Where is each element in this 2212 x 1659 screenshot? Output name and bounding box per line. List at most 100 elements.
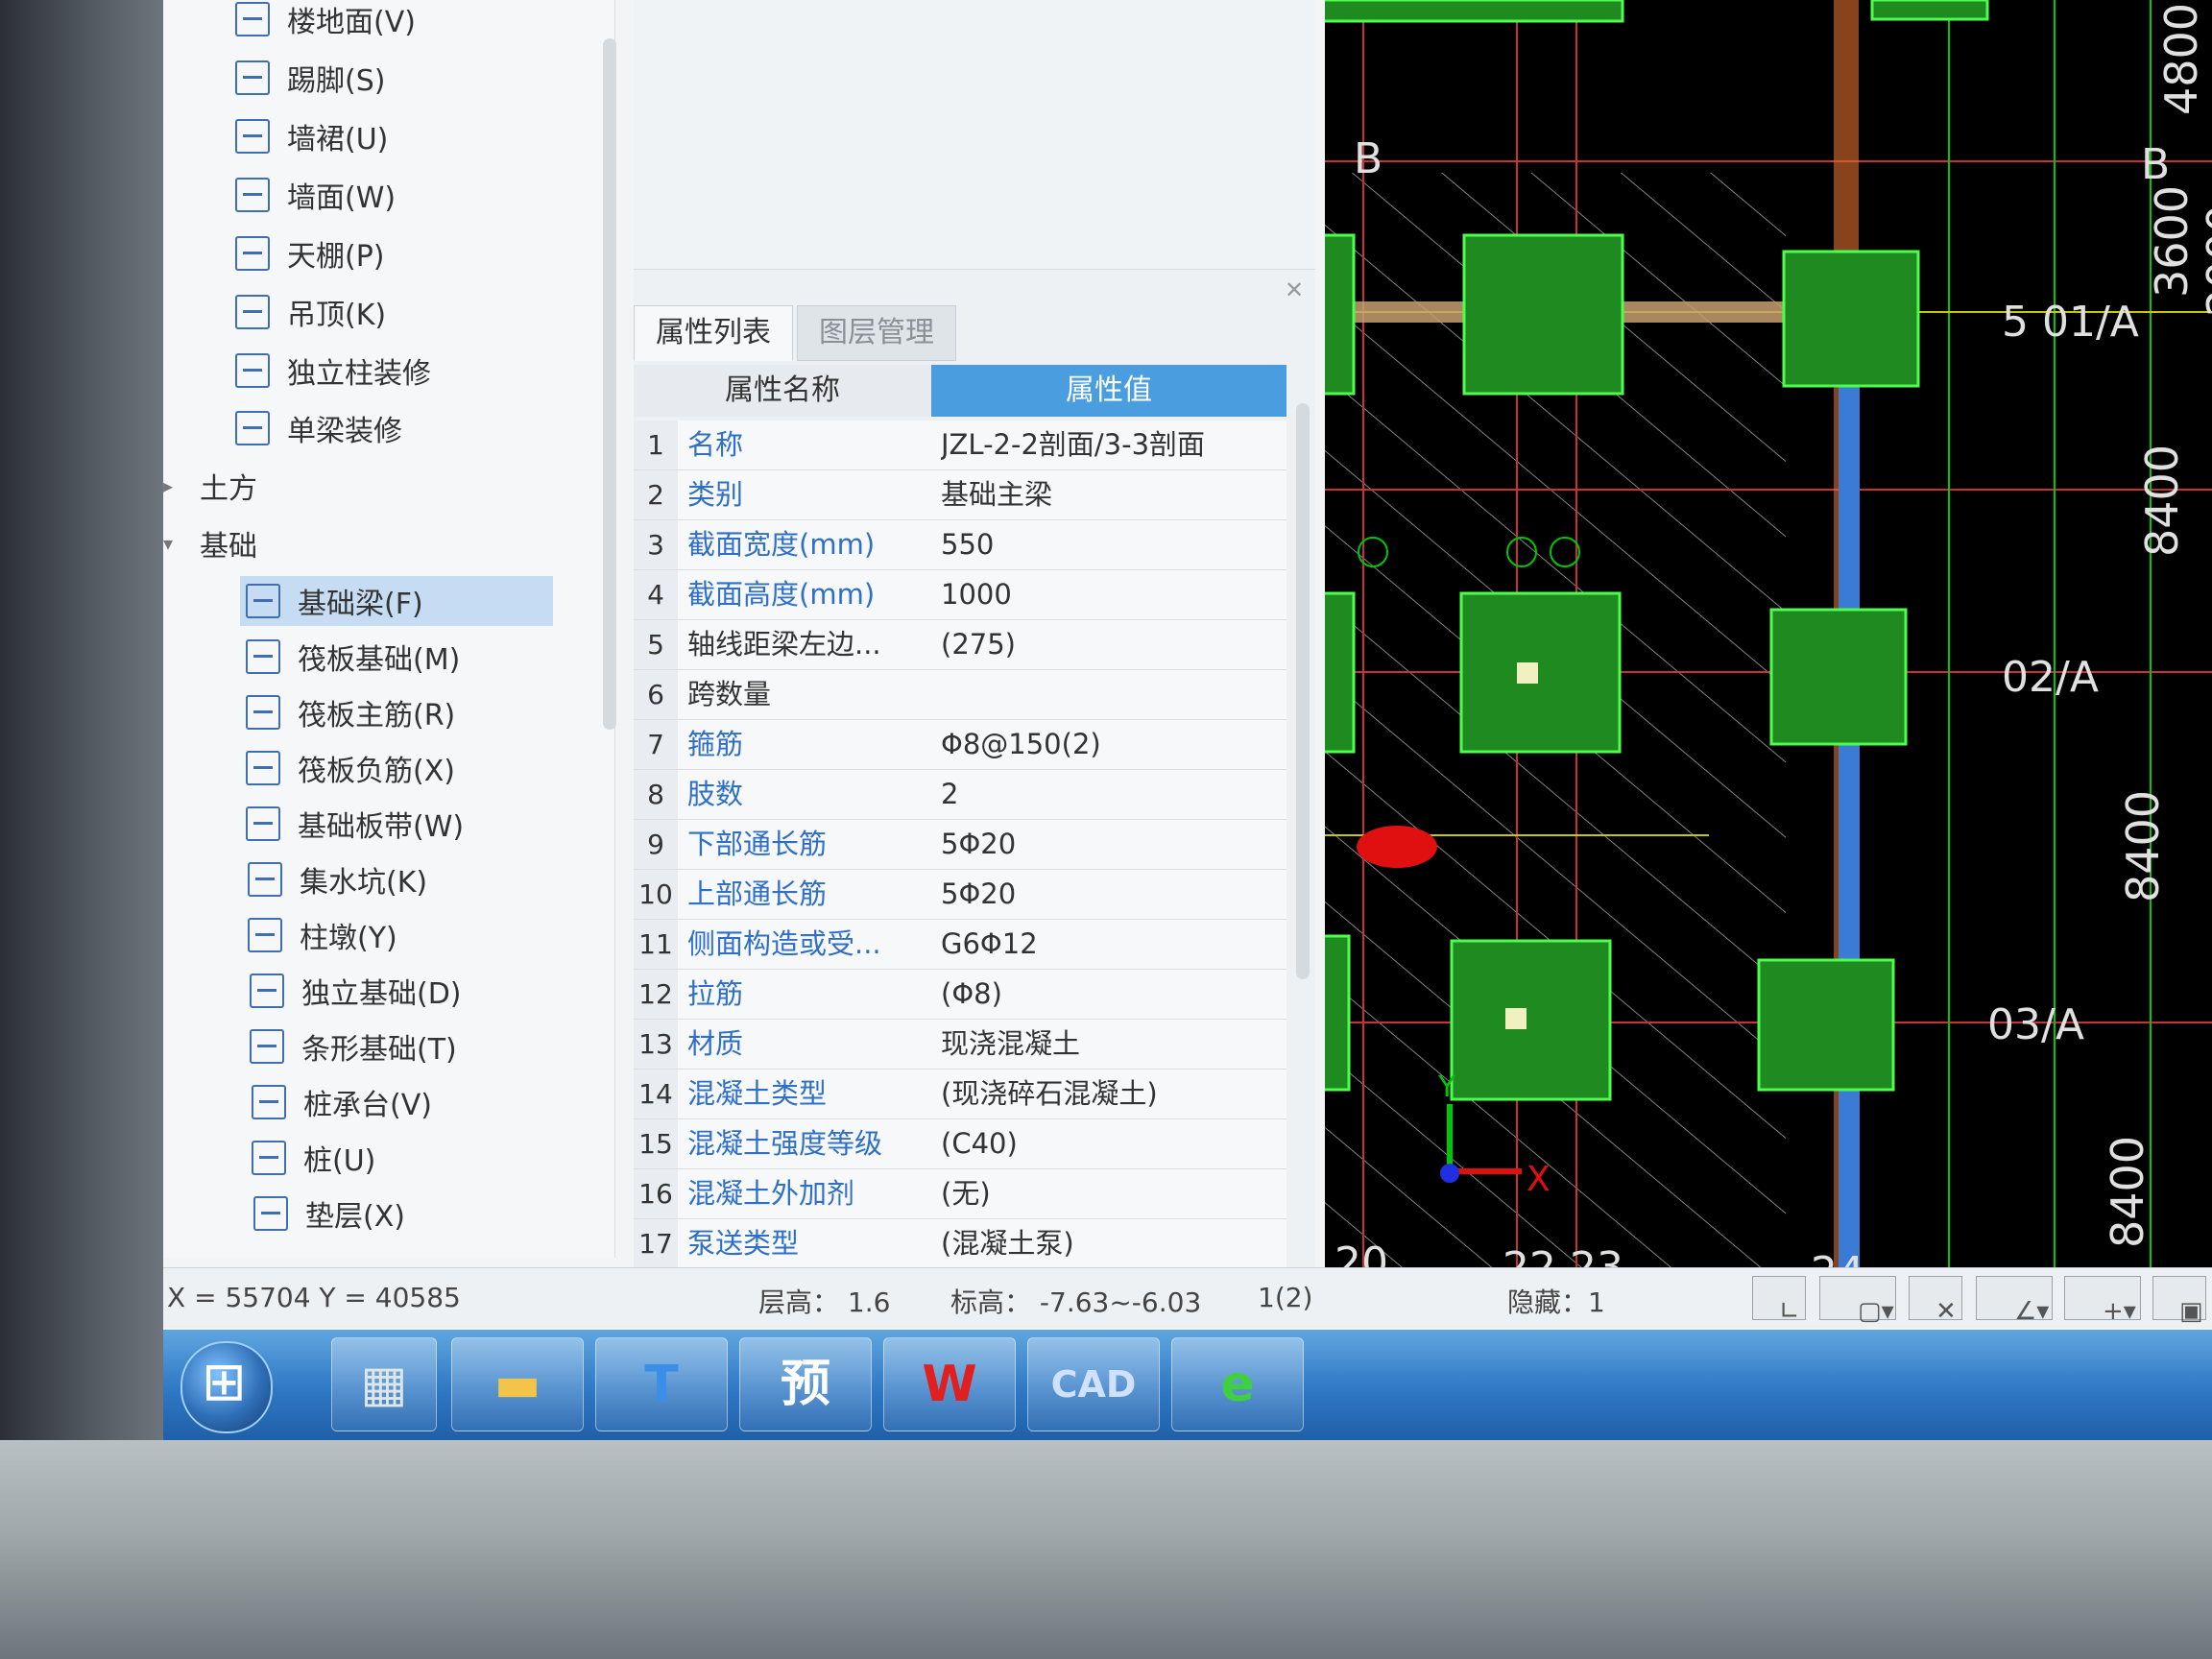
- tree-item-isolated-footing[interactable]: 独立基础(D): [250, 966, 462, 1016]
- property-value[interactable]: Φ8@150(2): [941, 720, 1277, 769]
- property-scrollbar[interactable]: [1296, 403, 1310, 979]
- property-value[interactable]: 现浇混凝土: [941, 1020, 1277, 1069]
- tree-item-strip-footing[interactable]: 条形基础(T): [250, 1022, 457, 1071]
- elevation: 标高： -7.63~-6.03: [950, 1286, 1202, 1318]
- ortho-button[interactable]: ∟: [1752, 1276, 1806, 1326]
- app-glyph: e: [1220, 1356, 1255, 1413]
- row-number: 16: [634, 1169, 678, 1218]
- table-row[interactable]: 16 混凝土外加剂 (无): [634, 1169, 1286, 1219]
- tree-item-column-pier[interactable]: 柱墩(Y): [248, 910, 397, 960]
- property-value[interactable]: (混凝土泵): [941, 1219, 1277, 1268]
- property-value[interactable]: (C40): [941, 1119, 1277, 1168]
- table-row[interactable]: 1 名称 JZL-2-2剖面/3-3剖面: [634, 421, 1286, 470]
- row-number: 15: [634, 1119, 678, 1168]
- table-row[interactable]: 10 上部通长筋 5Φ20: [634, 870, 1286, 920]
- tree-item-label: 单梁装修: [287, 415, 402, 448]
- table-row[interactable]: 17 泵送类型 (混凝土泵): [634, 1219, 1286, 1269]
- property-value[interactable]: (无): [941, 1169, 1277, 1218]
- table-row[interactable]: 15 混凝土强度等级 (C40): [634, 1119, 1286, 1169]
- property-value[interactable]: (现浇碎石混凝土): [941, 1070, 1277, 1118]
- table-row[interactable]: 9 下部通长筋 5Φ20: [634, 820, 1286, 870]
- app-glyph: ▬: [493, 1356, 541, 1413]
- table-row[interactable]: 8 肢数 2: [634, 770, 1286, 820]
- property-value[interactable]: 5Φ20: [941, 870, 1277, 919]
- property-value[interactable]: [941, 670, 1277, 719]
- offset-button[interactable]: +▾: [2064, 1276, 2141, 1326]
- property-name: 轴线距梁左边...: [687, 628, 881, 661]
- start-button[interactable]: [180, 1341, 273, 1433]
- tree-item-label: 筏板基础(M): [298, 643, 461, 677]
- tree-item-beam-finish[interactable]: 单梁装修: [235, 403, 402, 453]
- t-app-icon[interactable]: T: [595, 1337, 728, 1431]
- property-name: 箍筋: [687, 728, 744, 760]
- cad-icon[interactable]: CAD: [1027, 1337, 1160, 1431]
- table-row[interactable]: 13 材质 现浇混凝土: [634, 1020, 1286, 1070]
- sump-pit-icon: [248, 862, 282, 897]
- ie-icon[interactable]: e: [1171, 1337, 1304, 1431]
- tree-item-wall-surface[interactable]: 墙面(W): [235, 170, 396, 220]
- snap-box-button[interactable]: ▢▾: [1819, 1276, 1896, 1326]
- property-value[interactable]: 550: [941, 520, 1277, 569]
- property-value[interactable]: 5Φ20: [941, 820, 1277, 869]
- table-row[interactable]: 2 类别 基础主梁: [634, 470, 1286, 520]
- tree-item-dado[interactable]: 墙裙(U): [235, 111, 388, 161]
- tree-item-label: 楼地面(V): [287, 6, 416, 39]
- tree-scrollbar[interactable]: [603, 38, 616, 730]
- tree-group-foundation[interactable]: ▾ 基础: [163, 518, 257, 568]
- tree-item-column-finish[interactable]: 独立柱装修: [235, 346, 431, 396]
- property-name: 截面宽度(mm): [687, 528, 876, 561]
- file-explorer-icon[interactable]: ▬: [451, 1337, 584, 1431]
- calculator-icon[interactable]: ▦: [331, 1337, 437, 1431]
- table-row[interactable]: 5 轴线距梁左边... (275): [634, 620, 1286, 670]
- tree-item-foundation-strip[interactable]: 基础板带(W): [246, 799, 464, 849]
- app-glyph: T: [644, 1356, 679, 1413]
- floor-height: 层高： 1.6: [758, 1286, 891, 1318]
- tree-item-cushion[interactable]: 垫层(X): [253, 1189, 405, 1238]
- table-row[interactable]: 7 箍筋 Φ8@150(2): [634, 720, 1286, 770]
- table-row[interactable]: 11 侧面构造或受... G6Φ12: [634, 920, 1286, 970]
- tree-group-earthwork[interactable]: ▸ 土方: [163, 461, 257, 511]
- monitor-button[interactable]: ▣: [2152, 1276, 2206, 1326]
- row-number: 6: [634, 670, 678, 719]
- tree-item-pile-cap[interactable]: 桩承台(V): [252, 1077, 432, 1127]
- table-row[interactable]: 4 截面高度(mm) 1000: [634, 570, 1286, 620]
- tree-item-ceiling[interactable]: 天棚(P): [235, 228, 385, 278]
- tree-item-raft-main-bar[interactable]: 筏板主筋(R): [246, 687, 455, 737]
- tree-item-suspended-ceiling[interactable]: 吊顶(K): [235, 287, 386, 337]
- property-value[interactable]: (275): [941, 620, 1277, 669]
- property-value[interactable]: JZL-2-2剖面/3-3剖面: [941, 421, 1277, 469]
- tree-item-pile[interactable]: 桩(U): [252, 1133, 375, 1183]
- component-list-area: [634, 0, 1315, 270]
- table-row[interactable]: 3 截面宽度(mm) 550: [634, 520, 1286, 570]
- raft-foundation-icon: [246, 639, 280, 674]
- property-name: 类别: [687, 478, 744, 511]
- table-row[interactable]: 12 拉筋 (Φ8): [634, 970, 1286, 1020]
- wps-icon[interactable]: W: [883, 1337, 1016, 1431]
- property-value[interactable]: (Φ8): [941, 970, 1277, 1019]
- property-value[interactable]: 1000: [941, 570, 1277, 619]
- tab-layer-management[interactable]: 图层管理: [797, 305, 956, 361]
- cross-button[interactable]: ✕: [1909, 1276, 1962, 1326]
- property-value[interactable]: G6Φ12: [941, 920, 1277, 969]
- tree-item-floor[interactable]: 楼地面(V): [235, 0, 416, 44]
- table-row[interactable]: 6 跨数量: [634, 670, 1286, 720]
- angle-button[interactable]: ∠▾: [1976, 1276, 2053, 1326]
- cad-canvas[interactable]: B B 4800 3600 2000 8400 8400 8400 5 01/A…: [1325, 0, 2212, 1296]
- dimension-4800: 4800: [2155, 3, 2207, 115]
- property-value[interactable]: 2: [941, 770, 1277, 819]
- tab-property-list[interactable]: 属性列表: [634, 305, 793, 361]
- tree-item-foundation-beam[interactable]: 基础梁(F): [240, 576, 553, 626]
- angle-icon: ∠▾: [2014, 1297, 2050, 1326]
- dimension-8400-a: 8400: [2136, 445, 2188, 557]
- tree-item-raft-foundation[interactable]: 筏板基础(M): [246, 632, 460, 682]
- property-name: 跨数量: [687, 678, 772, 710]
- property-value[interactable]: 基础主梁: [941, 470, 1277, 519]
- axis-label-b-left: B: [1354, 134, 1382, 183]
- tree-item-raft-negative-bar[interactable]: 筏板负筋(X): [246, 743, 455, 793]
- close-icon[interactable]: ✕: [1285, 276, 1304, 303]
- tree-item-sump-pit[interactable]: 集水坑(K): [248, 854, 427, 904]
- table-row[interactable]: 14 混凝土类型 (现浇碎石混凝土): [634, 1070, 1286, 1119]
- yu-app-icon[interactable]: 预: [739, 1337, 872, 1431]
- property-name: 混凝土外加剂: [687, 1177, 855, 1210]
- tree-item-skirting[interactable]: 踢脚(S): [235, 53, 385, 103]
